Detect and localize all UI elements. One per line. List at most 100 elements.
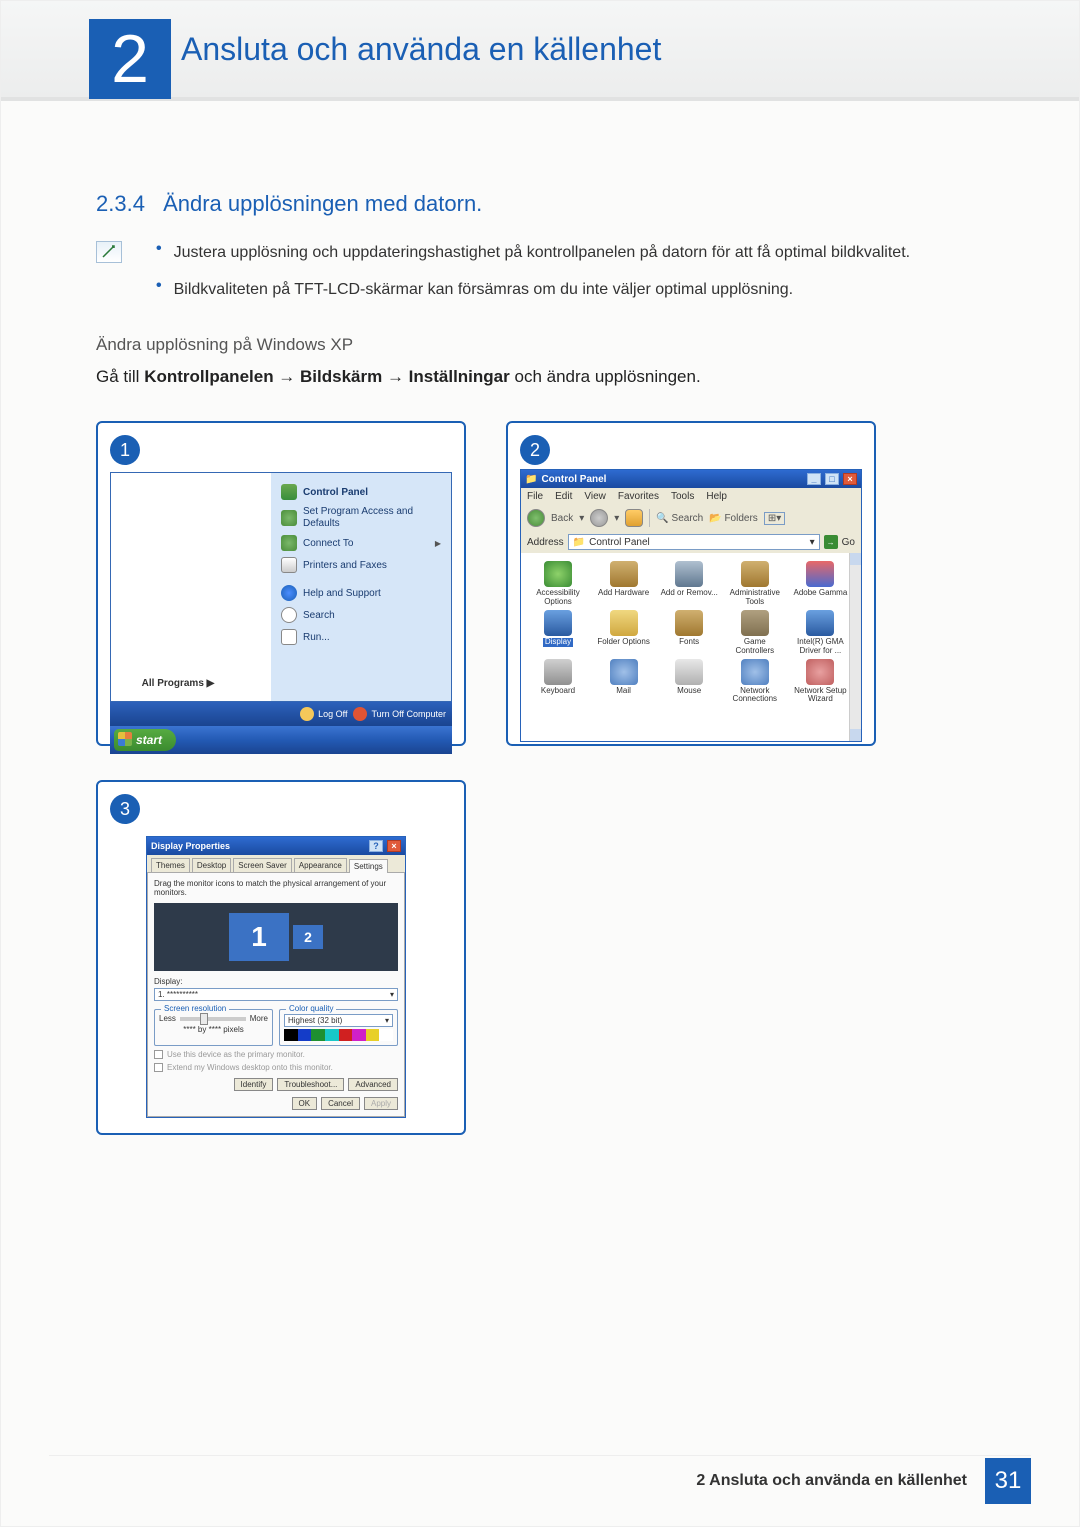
tab-settings[interactable]: Settings <box>349 859 388 873</box>
close-button[interactable]: × <box>843 473 857 485</box>
start-menu-search[interactable]: Search <box>277 604 445 626</box>
panels-row-2: 3 Display Properties ? × Themes Desktop … <box>96 780 984 1135</box>
extend-desktop-checkbox[interactable]: Extend my Windows desktop onto this moni… <box>154 1063 398 1072</box>
color-quality-dropdown[interactable]: Highest (32 bit)▾ <box>284 1014 393 1027</box>
cp-item-game[interactable]: Game Controllers <box>724 610 786 655</box>
bullet-list: Justera upplösning och uppdateringshasti… <box>156 241 910 315</box>
cp-item-mouse[interactable]: Mouse <box>658 659 720 704</box>
menu-view[interactable]: View <box>584 491 606 502</box>
views-button[interactable]: ⊞▾ <box>764 512 785 525</box>
sub-heading: Ändra upplösning på Windows XP <box>96 335 984 355</box>
help-icon <box>281 585 297 601</box>
start-menu-control-panel[interactable]: Control Panel <box>277 481 445 503</box>
cp-item-add-remove[interactable]: Add or Remov... <box>658 561 720 606</box>
start-menu-printers-faxes[interactable]: Printers and Faxes <box>277 554 445 576</box>
cp-item-mail[interactable]: Mail <box>593 659 655 704</box>
up-button[interactable] <box>625 509 643 527</box>
instruction: Gå till Kontrollpanelen → Bildskärm → In… <box>96 367 984 387</box>
menu-edit[interactable]: Edit <box>555 491 572 502</box>
troubleshoot-button[interactable]: Troubleshoot... <box>277 1078 344 1091</box>
cp-item-accessibility[interactable]: Accessibility Options <box>527 561 589 606</box>
maximize-button[interactable]: □ <box>825 473 839 485</box>
keyboard-icon <box>544 659 572 685</box>
section-number: 2.3.4 <box>96 191 145 216</box>
dialog-titlebar: Display Properties ? × <box>147 837 405 855</box>
ok-button[interactable]: OK <box>292 1097 318 1110</box>
all-programs[interactable]: All Programs ▶ <box>123 678 233 689</box>
control-panel-grid: Accessibility Options Add Hardware Add o… <box>521 553 861 741</box>
turn-off-button[interactable]: Turn Off Computer <box>353 707 446 721</box>
monitor-1[interactable]: 1 <box>229 913 289 961</box>
start-menu-help[interactable]: Help and Support <box>277 582 445 604</box>
toolbar: Back ▾ ▾ 🔍 Search 📂 Folders ⊞▾ <box>521 505 861 531</box>
chapter-badge: 2 <box>89 19 171 99</box>
section-heading: 2.3.4 Ändra upplösningen med datorn. <box>96 191 984 217</box>
chapter-number: 2 <box>111 20 149 98</box>
step2-panel: 2 📁 Control Panel _ □ × File Edit <box>506 421 876 746</box>
cancel-button[interactable]: Cancel <box>321 1097 360 1110</box>
cp-item-fonts[interactable]: Fonts <box>658 610 720 655</box>
start-menu-run[interactable]: Run... <box>277 626 445 648</box>
page-footer: 2 Ansluta och använda en källenhet 31 <box>49 1458 1031 1504</box>
chapter-title: Ansluta och använda en källenhet <box>181 31 661 68</box>
dialog-body: Drag the monitor icons to match the phys… <box>147 872 405 1117</box>
close-button[interactable]: × <box>387 840 401 852</box>
printer-icon <box>281 557 297 573</box>
monitor-2[interactable]: 2 <box>293 925 323 949</box>
drag-note: Drag the monitor icons to match the phys… <box>154 879 398 897</box>
poweroff-icon <box>353 707 367 721</box>
content: 2.3.4 Ändra upplösningen med datorn. Jus… <box>1 101 1079 1135</box>
cp-item-adobe-gamma[interactable]: Adobe Gamma <box>789 561 851 606</box>
note-icon <box>96 241 122 263</box>
cp-item-network-conn[interactable]: Network Connections <box>724 659 786 704</box>
help-button[interactable]: ? <box>369 840 383 852</box>
log-off-button[interactable]: Log Off <box>300 707 347 721</box>
menu-favorites[interactable]: Favorites <box>618 491 659 502</box>
display-properties-dialog: Display Properties ? × Themes Desktop Sc… <box>146 836 406 1118</box>
accessibility-icon <box>544 561 572 587</box>
resolution-slider[interactable] <box>180 1017 246 1021</box>
address-field[interactable]: 📁Control Panel▾ <box>568 534 820 550</box>
cp-item-add-hardware[interactable]: Add Hardware <box>593 561 655 606</box>
start-menu: All Programs ▶ Control Panel Set Program… <box>110 472 452 702</box>
section-title: Ändra upplösningen med datorn. <box>163 191 482 216</box>
tab-appearance[interactable]: Appearance <box>294 858 347 872</box>
start-menu-connect-to[interactable]: Connect To▶ <box>277 532 445 554</box>
search-button[interactable]: 🔍 Search <box>656 513 703 524</box>
tab-screensaver[interactable]: Screen Saver <box>233 858 291 872</box>
start-button[interactable]: start <box>114 729 176 751</box>
adobe-icon <box>806 561 834 587</box>
mouse-icon <box>675 659 703 685</box>
tab-themes[interactable]: Themes <box>151 858 190 872</box>
cp-item-display[interactable]: Display <box>527 610 589 655</box>
apply-button[interactable]: Apply <box>364 1097 398 1110</box>
folders-button[interactable]: 📂 Folders <box>709 513 758 524</box>
page-number: 31 <box>985 1458 1031 1504</box>
display-dropdown[interactable]: 1. **********▾ <box>154 988 398 1001</box>
cp-item-folder-options[interactable]: Folder Options <box>593 610 655 655</box>
back-button[interactable] <box>527 509 545 527</box>
monitor-arrangement[interactable]: 1 2 <box>154 903 398 971</box>
go-button[interactable]: → <box>824 535 838 549</box>
menu-file[interactable]: File <box>527 491 543 502</box>
menu-help[interactable]: Help <box>706 491 727 502</box>
primary-monitor-checkbox[interactable]: Use this device as the primary monitor. <box>154 1050 398 1059</box>
cp-item-admin-tools[interactable]: Administrative Tools <box>724 561 786 606</box>
admin-icon <box>741 561 769 587</box>
cp-item-network-setup[interactable]: Network Setup Wizard <box>789 659 851 704</box>
start-menu-set-program-access[interactable]: Set Program Access and Defaults <box>277 503 445 532</box>
cp-item-intel[interactable]: Intel(R) GMA Driver for ... <box>789 610 851 655</box>
menu-tools[interactable]: Tools <box>671 491 694 502</box>
menu-bar: File Edit View Favorites Tools Help <box>521 488 861 505</box>
footer-chapter-text: 2 Ansluta och använda en källenhet <box>696 1472 967 1489</box>
scrollbar[interactable] <box>849 553 861 741</box>
tab-desktop[interactable]: Desktop <box>192 858 231 872</box>
identify-button[interactable]: Identify <box>234 1078 274 1091</box>
dialog-footer-buttons: OK Cancel Apply <box>154 1097 398 1110</box>
cp-item-keyboard[interactable]: Keyboard <box>527 659 589 704</box>
forward-button[interactable] <box>590 509 608 527</box>
display-icon <box>544 610 572 636</box>
fonts-icon <box>675 610 703 636</box>
minimize-button[interactable]: _ <box>807 473 821 485</box>
advanced-button[interactable]: Advanced <box>348 1078 398 1091</box>
